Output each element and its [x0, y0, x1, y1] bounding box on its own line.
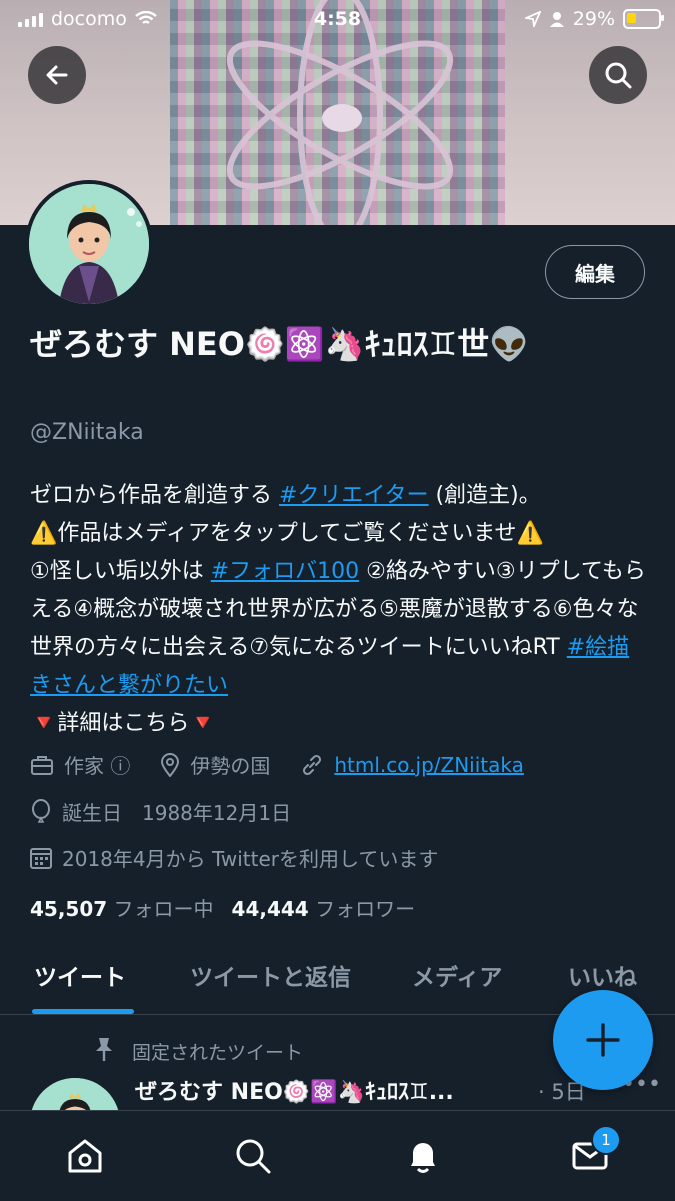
tab-likes[interactable]: いいね [568, 958, 637, 992]
location-pin-icon [160, 752, 180, 777]
hashtag-creator-link[interactable]: #クリエイター [279, 483, 429, 508]
pinned-label: 固定されたツイート [132, 1042, 304, 1064]
tab-media[interactable]: メディア [412, 958, 502, 992]
profile-website-link[interactable]: html.co.jp/ZNiitaka [334, 753, 524, 777]
header-search-button[interactable] [589, 46, 647, 104]
location-arrow-icon [524, 11, 541, 27]
notifications-icon [411, 1143, 435, 1173]
bio-text: ⚠️作品はメディアをタップしてご覧くださいませ⚠️ [30, 521, 544, 546]
following-count: 45,507 [30, 897, 108, 921]
bio-text: ゼロから作品を創造する [30, 483, 279, 508]
following-label: フォロー中 [113, 897, 214, 921]
link-icon [300, 753, 324, 777]
briefcase-icon [30, 754, 54, 776]
calendar-icon [30, 847, 52, 869]
nav-messages[interactable]: 1 [567, 1125, 621, 1179]
back-button[interactable] [28, 46, 86, 104]
bio-text: 🔻詳細はこちら🔻 [30, 711, 217, 736]
battery-icon [623, 9, 664, 29]
profile-birthday-row: 誕生日 1988年12月1日 [30, 797, 291, 826]
profile-bio: ゼロから作品を創造する #クリエイター (創造主)。 ⚠️作品はメディアをタップ… [30, 477, 650, 743]
followers-link[interactable]: 44,444 フォロワー [232, 893, 416, 922]
messages-badge: 1 [591, 1125, 621, 1155]
nav-home[interactable] [62, 1133, 108, 1179]
hashtag-followback-link[interactable]: #フォロバ100 [211, 559, 359, 584]
edit-profile-button[interactable]: 編集 [545, 245, 645, 299]
profile-category: 作家 ⓘ [64, 754, 131, 778]
status-bar: docomo 4:58 29% [0, 0, 675, 40]
tab-tweets-and-replies[interactable]: ツイートと返信 [190, 958, 351, 992]
balloon-icon [30, 798, 52, 825]
pin-icon [92, 1036, 116, 1067]
person-icon [549, 12, 564, 27]
search-icon [236, 1139, 271, 1174]
bio-text: (創造主)。 [428, 483, 541, 508]
pinned-indicator: 固定されたツイート [92, 1036, 303, 1067]
profile-name: ぜろむす NEO🍥⚛️🦄ｷｭﾛｽ♊世👽 [30, 325, 530, 363]
tweet-author-name: ぜろむす NEO🍥⚛️🦄ｷｭﾛｽ♊... [135, 1080, 454, 1105]
plus-icon [586, 1023, 620, 1057]
home-icon [68, 1139, 102, 1173]
profile-meta-row: 作家 ⓘ 伊勢の国 html.co.jp/ZNiitaka [30, 750, 524, 779]
profile-handle: @ZNiitaka [30, 420, 144, 445]
profile-location: 伊勢の国 [190, 754, 271, 778]
bio-text: ①怪しい垢以外は [30, 559, 211, 584]
back-arrow-icon [46, 65, 68, 85]
followers-label: フォロワー [315, 897, 416, 921]
profile-avatar[interactable] [25, 180, 153, 308]
followers-count: 44,444 [231, 897, 309, 921]
battery-percent: 29% [572, 8, 615, 30]
profile-joined-row: 2018年4月から Twitterを利用しています [30, 843, 438, 872]
nav-notifications[interactable] [400, 1133, 446, 1179]
active-tab-indicator [32, 1009, 134, 1014]
profile-joined: 2018年4月から Twitterを利用しています [62, 847, 439, 871]
following-link[interactable]: 45,507 フォロー中 [30, 893, 214, 922]
profile-birthday: 誕生日 1988年12月1日 [62, 801, 292, 825]
nav-search[interactable] [230, 1133, 276, 1179]
compose-tweet-button[interactable] [553, 990, 653, 1090]
bottom-navigation: 1 [0, 1110, 675, 1201]
search-icon [605, 62, 632, 89]
follow-counts: 45,507 フォロー中 44,444 フォロワー [30, 893, 415, 922]
tab-tweets[interactable]: ツイート [34, 958, 126, 992]
